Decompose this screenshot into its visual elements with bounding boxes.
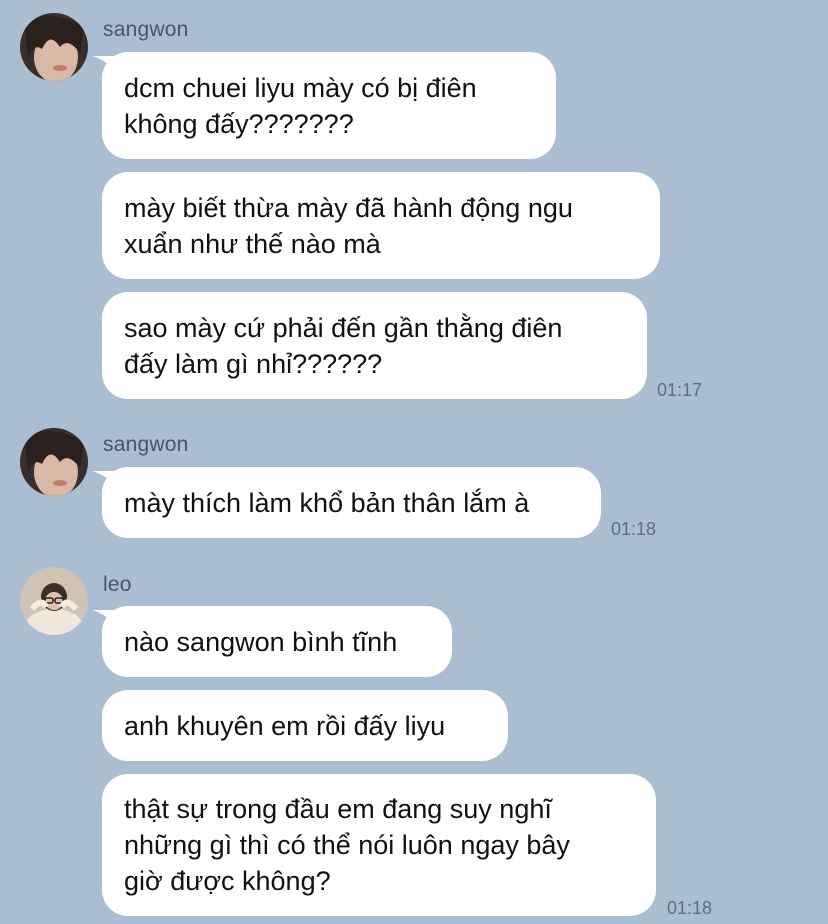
message-bubble[interactable]: mày thích làm khổ bản thân lắm à	[102, 467, 601, 538]
sender-avatar[interactable]	[20, 428, 88, 496]
message-bubble[interactable]: thật sự trong đầu em đang suy nghĩ những…	[102, 774, 656, 916]
message-bubble[interactable]: dcm chuei liyu mày có bị điên không đấy?…	[102, 52, 556, 159]
sender-avatar[interactable]	[20, 567, 88, 635]
message-bubble[interactable]: sao mày cứ phải đến gần thằng điên đấy l…	[102, 292, 647, 399]
message-text: nào sangwon bình tĩnh	[124, 627, 398, 657]
message-text: mày thích làm khổ bản thân lắm à	[124, 488, 530, 518]
message-bubble[interactable]: mày biết thừa mày đã hành động ngu xuẩn …	[102, 172, 660, 279]
sender-name: sangwon	[103, 433, 189, 456]
message-timestamp: 01:17	[657, 380, 703, 400]
message-text: giờ được không?	[124, 866, 331, 896]
message-timestamp: 01:18	[611, 519, 657, 539]
message-timestamp: 01:18	[667, 898, 713, 918]
message-text: xuẩn như thế nào mà	[124, 229, 381, 259]
message-bubble[interactable]: nào sangwon bình tĩnh	[102, 606, 452, 677]
message-text: đấy làm gì nhỉ??????	[124, 349, 383, 379]
sender-avatar[interactable]	[20, 13, 88, 81]
message-text: những gì thì có thể nói luôn ngay bây	[124, 830, 570, 860]
message-text: sao mày cứ phải đến gần thằng điên	[124, 313, 563, 343]
message-text: thật sự trong đầu em đang suy nghĩ	[124, 794, 552, 824]
message-text: dcm chuei liyu mày có bị điên	[124, 73, 477, 103]
message-bubble[interactable]: anh khuyên em rồi đấy liyu	[102, 690, 508, 761]
sender-name: sangwon	[103, 18, 189, 41]
chat-thread: sangwon dcm chuei liyu mày có bị điên kh…	[0, 0, 828, 924]
message-text: không đấy???????	[124, 109, 354, 139]
message-text: anh khuyên em rồi đấy liyu	[124, 711, 446, 741]
sender-name: leo	[103, 573, 132, 596]
message-text: mày biết thừa mày đã hành động ngu	[124, 193, 573, 223]
